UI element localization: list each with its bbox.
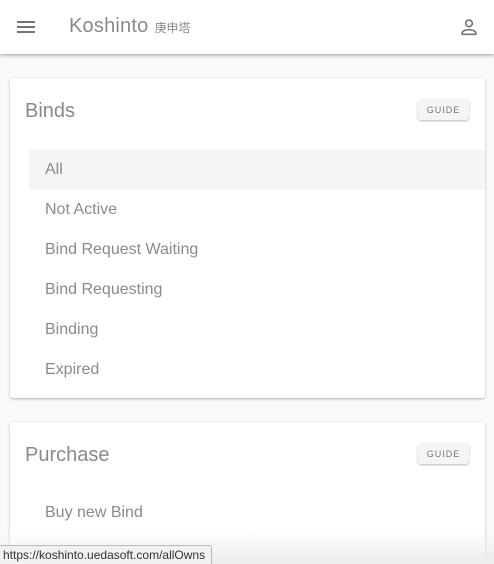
binds-item-bind-request-waiting[interactable]: Bind Request Waiting [29,230,485,270]
app-title[interactable]: Koshinto 庚申塔 [69,15,190,39]
app-subtitle-text: 庚申塔 [154,21,191,35]
binds-list: All Not Active Bind Request Waiting Bind… [29,150,485,390]
purchase-title: Purchase [25,444,110,466]
list-item-label: All [45,161,63,178]
account-button[interactable] [452,9,486,45]
purchase-item-buy-new-bind[interactable]: Buy new Bind [29,493,485,533]
list-item-label: Not Active [45,201,118,218]
app-bar: Koshinto 庚申塔 [0,0,494,54]
binds-item-not-active[interactable]: Not Active [29,190,485,230]
binds-title: Binds [25,100,76,122]
binds-card: Binds GUIDE All Not Active Bind Request … [10,78,485,398]
list-item-label: Binding [45,321,99,338]
app-title-text: Koshinto [69,15,149,37]
account-icon [461,19,477,36]
binds-item-expired[interactable]: Expired [29,350,485,390]
list-item-label: Expired [45,361,100,378]
list-item-label: Bind Request Waiting [45,241,199,258]
purchase-list: Buy new Bind [29,493,485,533]
binds-guide-button[interactable]: GUIDE [418,99,469,120]
binds-item-binding[interactable]: Binding [29,310,485,350]
binds-item-bind-requesting[interactable]: Bind Requesting [29,270,485,310]
list-item-label: Bind Requesting [45,281,163,298]
status-bar-url: https://koshinto.uedasoft.com/allOwns [0,545,213,564]
list-item-label: Buy new Bind [45,504,143,521]
purchase-guide-button[interactable]: GUIDE [418,443,469,464]
menu-icon [17,21,35,33]
menu-button[interactable] [8,9,44,45]
binds-item-all[interactable]: All [29,150,485,190]
